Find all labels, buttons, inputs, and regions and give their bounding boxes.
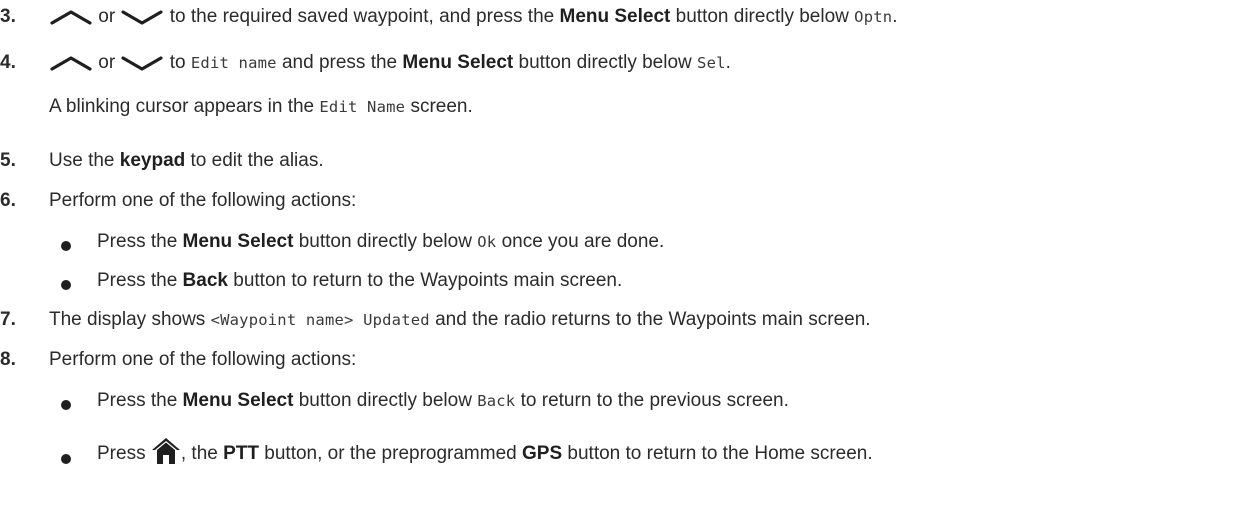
bullet-text: button to return to the Waypoints main s…	[233, 270, 623, 291]
bullet-text: button directly below	[298, 390, 472, 411]
bullet-text: once you are done.	[501, 231, 665, 252]
step-text: Perform one of the following actions:	[49, 349, 357, 370]
step-text: and press the	[281, 52, 398, 73]
step-number: 8.	[0, 349, 16, 370]
bullet-text: button, or the preprogrammed	[264, 443, 517, 464]
step-3: 3. or to the required saved waypoint, an…	[0, 6, 1236, 36]
period: .	[725, 52, 731, 73]
period: .	[892, 6, 898, 27]
bullet-text: button directly below	[298, 231, 472, 252]
home-icon	[151, 438, 180, 464]
note-text: screen.	[410, 96, 473, 117]
step-text: to edit the alias.	[190, 150, 324, 171]
step-text: button directly below	[518, 52, 692, 73]
softkey-label: Back	[477, 392, 516, 410]
step-text: or	[98, 6, 116, 27]
step-text: Perform one of the following actions:	[49, 190, 357, 211]
screen-name: Edit Name	[319, 98, 406, 116]
bullet-text: Press the	[97, 270, 178, 291]
chevron-down-icon	[121, 56, 164, 71]
bullet-text: , the	[180, 443, 218, 464]
bullet	[61, 280, 71, 290]
list-item: Press , the PTT button, or the preprogra…	[0, 438, 1236, 472]
list-item: Press the Back button to return to the W…	[0, 270, 1236, 300]
step-5: 5. Use the keypad to edit the alias.	[0, 150, 1236, 180]
step-6: 6. Perform one of the following actions:	[0, 190, 1236, 220]
ptt-button-label: PTT	[223, 443, 260, 464]
menu-select-button-label: Menu Select	[182, 390, 294, 411]
keypad-label: keypad	[119, 150, 186, 171]
gps-button-label: GPS	[522, 443, 563, 464]
step-text: and the radio returns to the Waypoints m…	[435, 309, 871, 330]
step-text: or	[98, 52, 116, 73]
step-number: 5.	[0, 150, 16, 171]
softkey-label: Optn	[854, 8, 893, 26]
step-number: 4.	[0, 52, 16, 73]
bullet	[61, 454, 71, 464]
step-text: to the required saved waypoint, and pres…	[169, 6, 555, 27]
bullet-text: Press the	[97, 390, 178, 411]
chevron-up-icon	[50, 10, 92, 25]
step-number: 3.	[0, 6, 16, 27]
chevron-down-icon	[121, 10, 164, 25]
step-number: 7.	[0, 309, 16, 330]
step-7: 7. The display shows <Waypoint name> Upd…	[0, 309, 1236, 339]
list-item: Press the Menu Select button directly be…	[0, 231, 1236, 261]
note-text: A blinking cursor appears in the	[49, 96, 315, 117]
menu-item-label: Edit name	[190, 54, 277, 72]
softkey-label: Ok	[477, 233, 497, 251]
chevron-up-icon	[50, 56, 92, 71]
step-text: Use the	[49, 150, 115, 171]
step-4: 4. or to Edit name and press the Menu Se…	[0, 52, 1236, 82]
menu-select-button-label: Menu Select	[402, 52, 514, 73]
bullet-text: Press the	[97, 231, 178, 252]
step-text: The display shows	[49, 309, 206, 330]
menu-select-button-label: Menu Select	[559, 6, 671, 27]
step-4-note: A blinking cursor appears in the Edit Na…	[0, 96, 1236, 126]
bullet	[61, 241, 71, 251]
menu-select-button-label: Menu Select	[182, 231, 294, 252]
bullet-text: Press	[97, 443, 146, 464]
display-message: <Waypoint name> Updated	[210, 311, 430, 329]
bullet	[61, 400, 71, 410]
softkey-label: Sel	[697, 54, 726, 72]
bullet-text: button to return to the Home screen.	[567, 443, 873, 464]
list-item: Press the Menu Select button directly be…	[0, 390, 1236, 420]
step-text: to	[169, 52, 186, 73]
step-number: 6.	[0, 190, 16, 211]
step-8: 8. Perform one of the following actions:	[0, 349, 1236, 379]
step-text: button directly below	[675, 6, 849, 27]
back-button-label: Back	[182, 270, 228, 291]
bullet-text: to return to the previous screen.	[520, 390, 789, 411]
